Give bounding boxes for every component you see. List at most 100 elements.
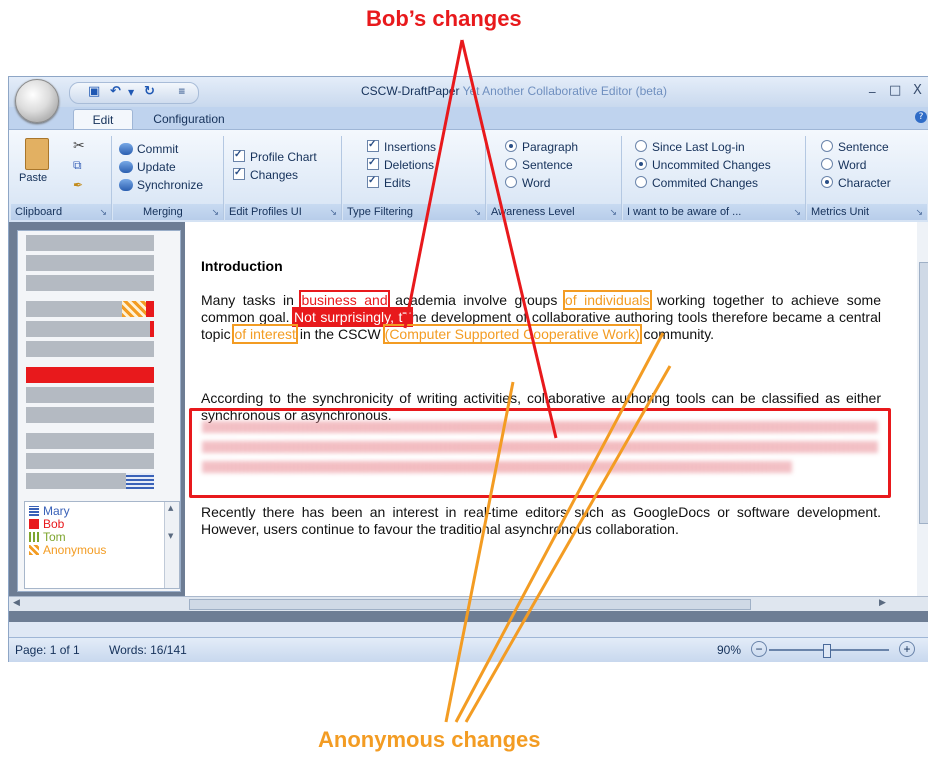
commit-icon [119, 143, 133, 155]
synchronize-button[interactable]: Synchronize [119, 178, 203, 192]
maximize-button[interactable]: □ [889, 83, 901, 98]
anonymous-change-2: of interest [232, 324, 298, 344]
format-painter-icon[interactable]: ✒ [73, 178, 83, 192]
ribbon-tabs: Edit Configuration ? [9, 107, 928, 130]
dialog-launcher-icon[interactable]: ↘ [793, 204, 801, 220]
dialog-launcher-icon[interactable]: ↘ [915, 204, 923, 220]
edit-profiles-group: Profile Chart Changes Edit Profiles UI↘ [225, 136, 342, 220]
scroll-left-icon[interactable]: ◀ [13, 598, 20, 608]
dialog-launcher-icon[interactable]: ↘ [329, 204, 337, 220]
anonymous-change-1: of individuals [562, 290, 652, 310]
zoom-thumb[interactable] [823, 644, 831, 658]
profile-bar [26, 235, 154, 251]
blurred-line [202, 421, 878, 433]
dialog-launcher-icon[interactable]: ↘ [473, 204, 481, 220]
blurred-line [202, 461, 792, 473]
zoom-out-button[interactable]: − [751, 641, 767, 657]
word-count: Words: 16/141 [109, 643, 187, 657]
metrics-sentence-radio[interactable]: Sentence [821, 140, 889, 154]
zoom-level[interactable]: 90% [717, 643, 741, 657]
sentence-radio[interactable]: Sentence [505, 158, 573, 172]
aware-of-group-label: I want to be aware of ... ↘ [623, 204, 805, 220]
dialog-launcher-icon[interactable]: ↘ [99, 204, 107, 220]
anonymous-mark [122, 301, 146, 317]
editor-window: ▣ ↶ ▼ ↻ ≡ CSCW-DraftPaper Yet Another Co… [8, 76, 928, 662]
help-icon[interactable]: ? [915, 111, 927, 123]
profile-bar [26, 321, 154, 337]
word-radio[interactable]: Word [505, 176, 550, 190]
blurred-line [202, 441, 878, 453]
dropdown-icon[interactable]: ▼ [128, 88, 134, 97]
since-last-login-radio[interactable]: Since Last Log-in [635, 140, 745, 154]
author-legend: Mary Bob Tom Anonymous ▲ ▼ [24, 501, 180, 589]
metrics-word-radio[interactable]: Word [821, 158, 866, 172]
edits-checkbox[interactable]: Edits [367, 174, 411, 190]
dialog-launcher-icon[interactable]: ↘ [211, 204, 219, 220]
dialog-launcher-icon[interactable]: ↘ [609, 204, 617, 220]
zoom-slider[interactable] [769, 644, 889, 658]
profile-bar [26, 387, 154, 403]
bob-change-2: Not surprisingly, tT [292, 307, 413, 327]
metrics-character-radio[interactable]: Character [821, 176, 891, 190]
scroll-thumb[interactable] [189, 599, 751, 610]
awareness-level-group-label: Awareness Level ↘ [487, 204, 621, 220]
profile-bar [26, 367, 154, 383]
anonymous-change-3: (Computer Supported Cooperative Work) [382, 324, 642, 344]
update-icon [119, 161, 133, 173]
profile-bar [26, 453, 154, 469]
undo-icon[interactable]: ↶ [110, 84, 121, 99]
scroll-down-icon[interactable]: ▼ [168, 532, 173, 540]
legend-scrollbar[interactable]: ▲ ▼ [164, 502, 179, 588]
update-button[interactable]: Update [119, 160, 176, 174]
bob-change-1: business and [299, 290, 390, 310]
commit-button[interactable]: Commit [119, 142, 178, 156]
anonymous-changes-callout: Anonymous changes [318, 727, 541, 752]
merging-group: Commit Update Synchronize Merging ↘ [113, 136, 224, 220]
scroll-up-icon[interactable]: ▲ [168, 504, 173, 512]
profile-chart-checkbox[interactable]: Profile Chart [233, 148, 317, 164]
paste-button[interactable]: Paste [17, 138, 57, 198]
scroll-thumb[interactable] [919, 262, 928, 524]
insertions-checkbox[interactable]: Insertions [367, 138, 436, 154]
minimize-button[interactable]: _ [869, 79, 876, 94]
changes-checkbox[interactable]: Changes [233, 166, 298, 182]
aware-of-group: Since Last Log-in Uncommited Changes Com… [623, 136, 806, 220]
commited-changes-radio[interactable]: Commited Changes [635, 176, 758, 190]
awareness-level-group: Paragraph Sentence Word Awareness Level ↘ [487, 136, 622, 220]
metrics-unit-group-label: Metrics Unit ↘ [807, 204, 927, 220]
document-page[interactable]: Introduction Many tasks in business and … [185, 222, 917, 596]
window-title: CSCW-DraftPaper Yet Another Collaborativ… [361, 84, 667, 98]
deletions-checkbox[interactable]: Deletions [367, 156, 434, 172]
redo-icon[interactable]: ↻ [144, 84, 155, 99]
edit-profiles-group-label: Edit Profiles UI ↘ [225, 204, 341, 220]
title-bar: ▣ ↶ ▼ ↻ ≡ CSCW-DraftPaper Yet Another Co… [9, 77, 928, 107]
save-icon[interactable]: ▣ [88, 84, 100, 99]
clipboard-icon [25, 138, 49, 170]
copy-icon[interactable]: ⧉ [73, 158, 82, 173]
vertical-scrollbar[interactable] [917, 222, 928, 596]
legend-item-anonymous: Anonymous [29, 544, 106, 557]
tab-edit[interactable]: Edit [73, 109, 133, 130]
scroll-right-icon[interactable]: ▶ [879, 598, 886, 608]
customize-icon[interactable]: ≡ [178, 87, 186, 97]
zoom-in-button[interactable]: + [899, 641, 915, 657]
cut-icon[interactable]: ✂ [73, 138, 85, 154]
document-title: CSCW-DraftPaper [361, 84, 460, 98]
ribbon: Paste ✂ ⧉ ✒ Clipboard ↘ Commit Update Syn… [9, 129, 928, 223]
paragraph-radio[interactable]: Paragraph [505, 140, 578, 154]
mary-mark [126, 473, 154, 489]
close-button[interactable]: X [913, 83, 922, 98]
profile-chart-panel: Mary Bob Tom Anonymous ▲ ▼ [17, 230, 181, 592]
bob-mark [150, 321, 154, 337]
merging-group-label: Merging ↘ [113, 204, 223, 220]
office-button[interactable] [15, 79, 59, 123]
uncommited-changes-radio[interactable]: Uncommited Changes [635, 158, 771, 172]
profile-bar [26, 275, 154, 291]
horizontal-scrollbar[interactable]: ◀ ▶ [9, 596, 928, 611]
synchronize-icon [119, 179, 133, 191]
profile-bar [26, 255, 154, 271]
page-indicator: Page: 1 of 1 [15, 643, 80, 657]
paste-label: Paste [19, 172, 48, 184]
tab-configuration[interactable]: Configuration [141, 109, 237, 129]
app-title: Yet Another Collaborative Editor (beta) [462, 84, 667, 98]
